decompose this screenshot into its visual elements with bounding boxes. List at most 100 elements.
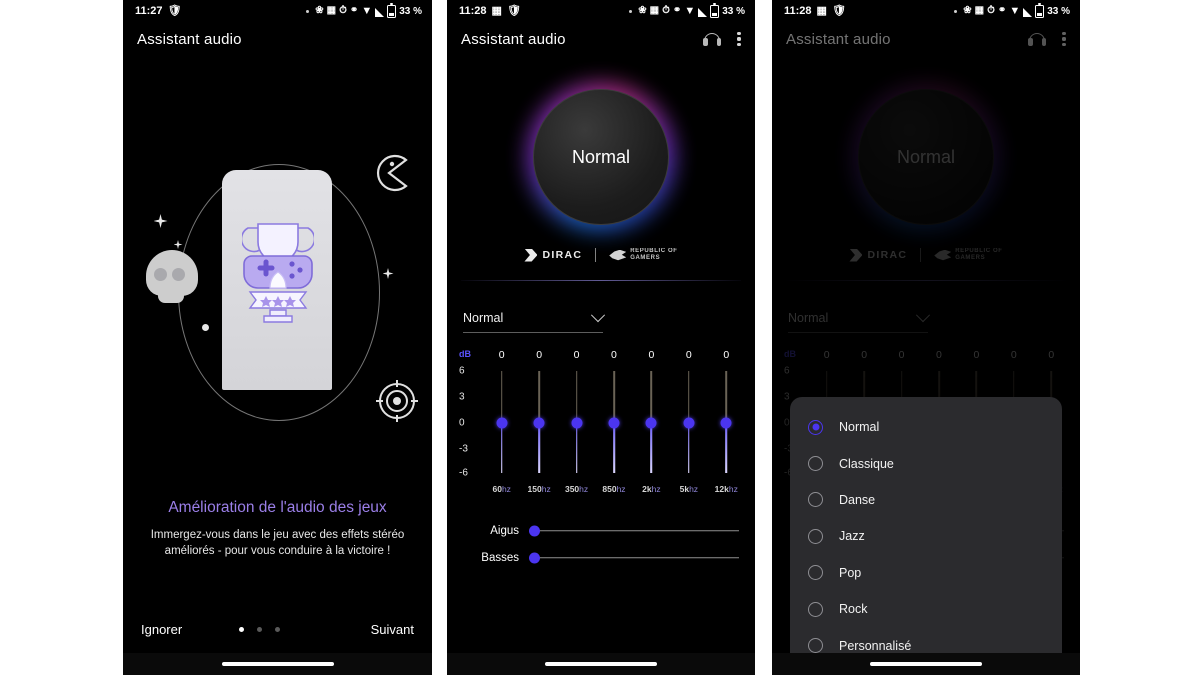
app-bar: Assistant audio	[772, 22, 1080, 56]
notification-dot-icon	[954, 9, 958, 13]
preset-selection-dialog: Normal Classique Danse Jazz Pop Rock Per…	[790, 397, 1062, 675]
bluetooth-icon: ❀	[638, 5, 647, 16]
logo-separator	[595, 248, 597, 262]
status-bar: 11:27 🛡 ❀ ▦ ⏱ ⚭ ▼ 33 %	[123, 0, 432, 22]
audio-content-behind-dialog: Normal DIRAC REPUBLIC OF GAMERS	[772, 56, 1080, 675]
radio-button-icon[interactable]	[808, 565, 823, 581]
wifi-icon: ▼	[684, 4, 696, 17]
bass-label: Basses	[481, 551, 519, 564]
page-dot-3[interactable]	[274, 626, 280, 632]
dialog-option-label: Classique	[839, 456, 894, 471]
equalizer-bands	[483, 367, 745, 477]
dialog-option-normal[interactable]: Normal	[790, 409, 1062, 445]
alarm-off-icon: ⏱	[339, 5, 347, 16]
equalizer-unit-label: dB	[459, 349, 471, 359]
eq-band-slider[interactable]	[633, 367, 670, 477]
radio-button-icon[interactable]	[808, 601, 823, 617]
knob-label: Normal	[571, 146, 630, 167]
signal-icon	[375, 7, 385, 17]
page-title: Assistant audio	[461, 30, 566, 48]
eq-scale-tick: 3	[459, 391, 465, 403]
clock: 11:27	[135, 5, 163, 17]
radio-button-icon[interactable]	[808, 638, 823, 654]
eq-band-slider[interactable]	[708, 367, 745, 477]
shield-icon: 🛡	[167, 4, 182, 17]
headphones-icon[interactable]	[1028, 32, 1046, 46]
headphones-icon[interactable]	[703, 32, 721, 46]
slider-thumb[interactable]	[529, 552, 540, 563]
system-nav-bar	[447, 653, 755, 675]
page-dot-1[interactable]	[238, 626, 244, 632]
page-dot-2[interactable]	[256, 626, 262, 632]
dialog-option-pop[interactable]: Pop	[790, 555, 1062, 591]
eq-thumb[interactable]	[608, 417, 620, 429]
bass-slider[interactable]	[529, 552, 739, 563]
eq-band-slider[interactable]	[595, 367, 632, 477]
eq-thumb[interactable]	[571, 417, 583, 429]
treble-label: Aigus	[490, 524, 519, 537]
eq-value: 0	[573, 349, 580, 361]
app-bar: Assistant audio	[447, 22, 755, 56]
knob-disc[interactable]: Normal	[533, 89, 669, 225]
dirac-logo: DIRAC	[524, 248, 583, 262]
eq-band-slider[interactable]	[558, 367, 595, 477]
clock: 11:28	[784, 5, 812, 17]
status-bar-right: ❀ ▦ ⏱ ⚭ ▼ 33 %	[954, 2, 1070, 18]
preset-knob[interactable]: Normal	[447, 56, 755, 252]
dialog-option-label: Normal	[839, 420, 880, 435]
dialog-option-danse[interactable]: Danse	[790, 482, 1062, 518]
dirac-label: DIRAC	[542, 249, 583, 261]
radio-button-icon[interactable]	[808, 528, 823, 544]
radio-button-icon[interactable]	[808, 492, 823, 508]
screenshot-icon: ▦	[974, 5, 985, 16]
dot-icon	[201, 324, 209, 331]
home-gesture-pill[interactable]	[545, 662, 657, 666]
preset-dropdown[interactable]: Normal	[463, 308, 606, 333]
sparkle-icon	[382, 268, 394, 279]
home-gesture-pill[interactable]	[870, 662, 982, 666]
preset-dropdown-control[interactable]: Normal	[463, 308, 606, 333]
app-bar-actions	[1028, 31, 1066, 47]
eq-freq-label: 2khz	[642, 484, 661, 494]
home-gesture-pill[interactable]	[221, 662, 334, 666]
eq-thumb[interactable]	[683, 417, 695, 429]
dialog-option-jazz[interactable]: Jazz	[790, 518, 1062, 554]
eq-fill	[725, 423, 728, 473]
skip-button[interactable]: Ignorer	[141, 622, 182, 637]
radio-button-icon[interactable]	[808, 456, 823, 472]
eq-band-slider[interactable]	[670, 367, 707, 477]
eq-thumb[interactable]	[645, 417, 657, 429]
eq-thumb[interactable]	[496, 417, 508, 429]
battery-icon	[387, 2, 397, 18]
eq-fill	[575, 423, 578, 473]
overflow-menu-icon[interactable]	[1062, 31, 1066, 47]
onboarding-footer: Ignorer Suivant	[123, 609, 432, 649]
overflow-menu-icon[interactable]	[737, 31, 741, 47]
eq-thumb[interactable]	[720, 417, 732, 429]
dirac-mark-icon	[524, 248, 538, 262]
screenshot-icon: ▦	[649, 5, 660, 16]
radio-button-icon[interactable]	[808, 419, 823, 435]
eq-band-slider[interactable]	[483, 367, 520, 477]
next-button[interactable]: Suivant	[371, 622, 414, 637]
status-bar-right: ❀ ▦ ⏱ ⚭ ▼ 33 %	[629, 2, 745, 18]
eq-thumb[interactable]	[533, 417, 545, 429]
wifi-icon: ▼	[361, 4, 373, 17]
link-icon: ⚭	[997, 5, 1007, 16]
system-nav-bar	[772, 653, 1080, 675]
eq-band-slider[interactable]	[520, 367, 557, 477]
treble-slider[interactable]	[529, 525, 739, 536]
chevron-down-icon[interactable]	[590, 308, 606, 323]
target-icon	[375, 380, 418, 422]
eq-fill	[500, 423, 503, 473]
slider-thumb[interactable]	[529, 525, 540, 536]
audio-content: Normal DIRAC REPUBLIC OF GAMERS Normal d…	[447, 56, 755, 675]
eq-freq-label: 350hz	[564, 484, 589, 494]
alarm-off-icon: ⏱	[987, 5, 995, 16]
rog-logo: REPUBLIC OF GAMERS	[609, 248, 677, 262]
dialog-option-classique[interactable]: Classique	[790, 445, 1062, 481]
phone-screen-onboarding: 11:27 🛡 ❀ ▦ ⏱ ⚭ ▼ 33 % Assistant audio A…	[123, 0, 432, 675]
dialog-option-rock[interactable]: Rock	[790, 591, 1062, 627]
bass-slider-row: Basses	[463, 544, 739, 571]
eq-freq-label: 5khz	[679, 484, 699, 494]
